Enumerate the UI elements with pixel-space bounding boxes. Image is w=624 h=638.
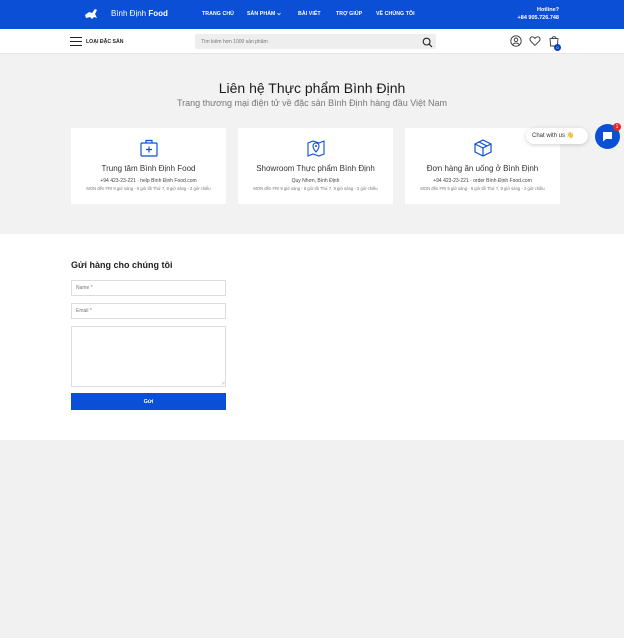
hotline-number: +84 905.726.748: [517, 15, 559, 21]
resize-handle-icon[interactable]: [221, 381, 225, 385]
search-icon: [422, 37, 433, 48]
top-navbar: Bình Định Food TRANG CHỦ SẢN PHẨM BÀI VI…: [0, 0, 624, 29]
search-button[interactable]: [422, 36, 433, 48]
page-title: Liên hệ Thực phẩm Bình Định: [218, 80, 406, 96]
contact-card-showroom: Showroom Thực phẩm Bình Định Quy Nhơn, B…: [238, 128, 393, 204]
hamburger-menu-icon[interactable]: [70, 37, 82, 47]
card-title: Showroom Thực phẩm Bình Định: [256, 164, 375, 173]
contact-section: Liên hệ Thực phẩm Bình Định Trang thương…: [0, 54, 624, 234]
contact-form-section: Gửi hàng cho chúng tôi Gửi: [0, 234, 624, 440]
submit-button[interactable]: Gửi: [71, 393, 226, 410]
logo-text-main: Bình Định: [111, 9, 147, 18]
email-field[interactable]: [71, 303, 226, 319]
nav-products[interactable]: SẢN PHẨM: [247, 11, 282, 17]
page-subtitle: Trang thương mại điện tử về đặc sản Bình…: [176, 98, 448, 108]
box-icon: [474, 139, 492, 157]
name-field[interactable]: [71, 280, 226, 296]
card-hours: MON đến FRI 9 giờ sáng - 6 giờ tối Thứ 7…: [420, 186, 545, 191]
hotline[interactable]: Hotline? +84 905.726.748: [518, 6, 559, 22]
cart-count-badge: 0: [554, 44, 561, 51]
site-logo[interactable]: Bình Định Food: [83, 6, 179, 22]
sub-header: LOẠI ĐẶC SẢN 0: [0, 29, 624, 54]
card-hours: MON đến FRI 9 giờ sáng - 6 giờ tối Thứ 7…: [253, 186, 378, 191]
card-address-line: Quy Nhơn, Bình Định: [291, 178, 340, 184]
chat-unread-badge: 1: [613, 123, 621, 131]
user-icon[interactable]: [510, 35, 522, 47]
chat-prompt-bubble[interactable]: Chat with us 👋: [526, 128, 588, 144]
card-contact-line: +94 423-23-221 · order Bình Định Food.co…: [433, 178, 532, 184]
message-field[interactable]: [71, 326, 226, 387]
search-bar: [195, 34, 436, 49]
logo-text-bold: Food: [148, 9, 168, 18]
medical-kit-icon: [140, 139, 158, 157]
chevron-down-icon: [277, 12, 282, 15]
nav-about[interactable]: VỀ CHÚNG TÔI: [376, 11, 415, 17]
card-title: Đơn hàng ăn uống ở Bình Định: [426, 164, 539, 173]
search-input[interactable]: [201, 37, 411, 46]
form-title: Gửi hàng cho chúng tôi: [71, 260, 173, 270]
map-pin-icon: [307, 140, 325, 157]
logo-text: Bình Định Food: [111, 9, 168, 18]
nav-products-label: SẢN PHẨM: [247, 11, 276, 17]
card-hours: MON đến FRI 9 giờ sáng - 6 giờ tối Thứ 7…: [86, 186, 211, 191]
heart-icon[interactable]: [529, 35, 541, 47]
category-menu-label[interactable]: LOẠI ĐẶC SẢN: [86, 39, 123, 45]
card-title: Trung tâm Bình Định Food: [101, 164, 196, 173]
hotline-label: Hotline?: [537, 7, 559, 13]
contact-card-center: Trung tâm Bình Định Food +94 423-23-221 …: [71, 128, 226, 204]
logo-icon: [85, 9, 97, 19]
nav-home[interactable]: TRANG CHỦ: [202, 11, 234, 17]
card-contact-line: +94 423-23-221 · help Bình Định Food.com: [100, 178, 197, 184]
nav-articles[interactable]: BÀI VIẾT: [298, 11, 321, 17]
nav-help[interactable]: TRỢ GIÚP: [336, 11, 362, 17]
